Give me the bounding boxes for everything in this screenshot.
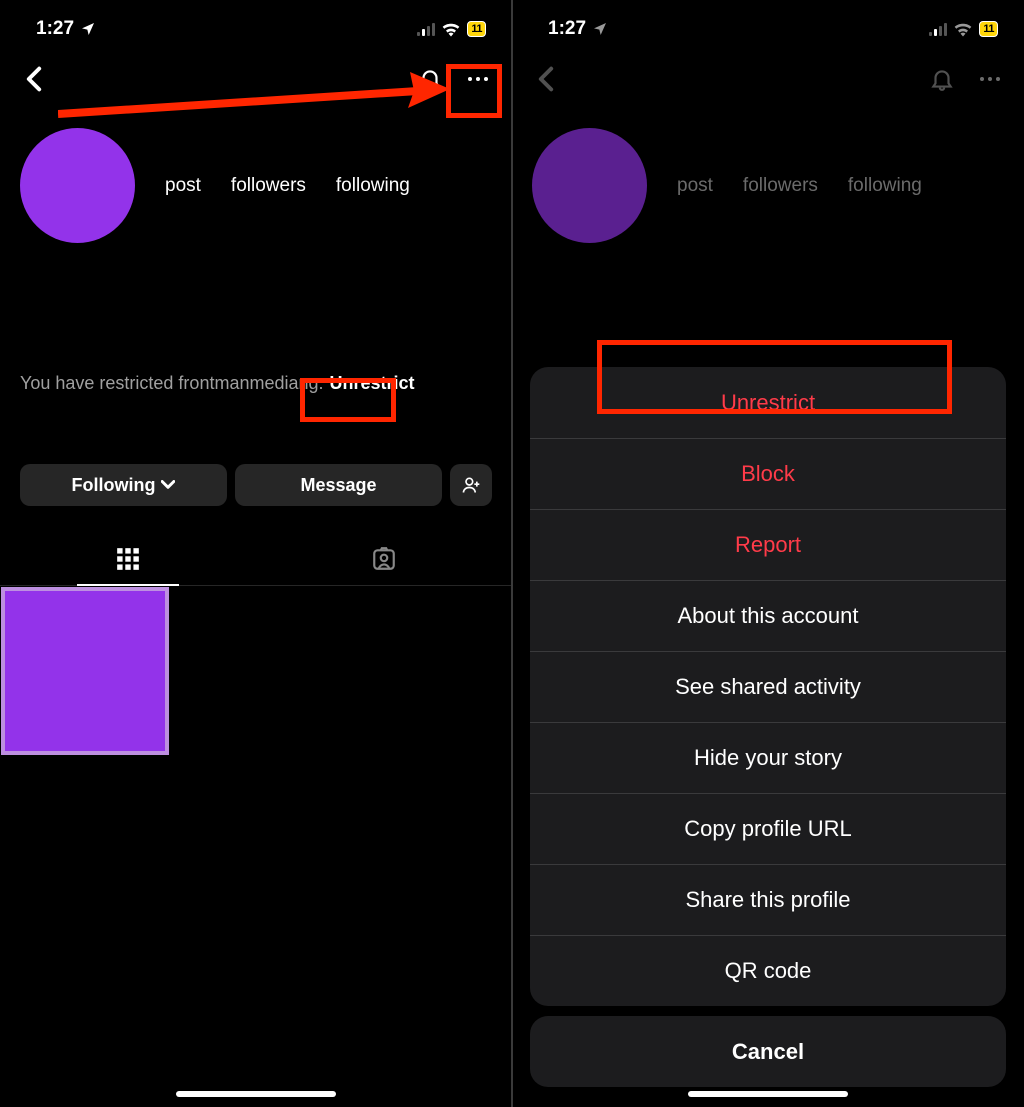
profile-row: post followers following: [0, 104, 512, 253]
message-label: Message: [300, 475, 376, 496]
action-sheet: Unrestrict Block Report About this accou…: [530, 367, 1006, 1087]
tab-grid[interactable]: [0, 532, 256, 585]
tab-tagged[interactable]: [256, 532, 512, 585]
tagged-icon: [371, 546, 397, 572]
sheet-item-report[interactable]: Report: [530, 509, 1006, 580]
unrestrict-inline-button[interactable]: Unrestrict: [330, 373, 415, 394]
status-time: 1:27: [36, 18, 74, 40]
more-options-button[interactable]: [970, 59, 1010, 99]
post-thumbnail[interactable]: [1, 587, 169, 755]
sheet-item-shared-activity[interactable]: See shared activity: [530, 651, 1006, 722]
battery-icon: 11: [979, 21, 998, 37]
status-time: 1:27: [548, 18, 586, 40]
home-indicator[interactable]: [688, 1091, 848, 1097]
add-user-button[interactable]: [450, 464, 492, 506]
notifications-button[interactable]: [410, 59, 450, 99]
message-button[interactable]: Message: [235, 464, 442, 506]
location-icon: [80, 21, 96, 37]
stat-followers[interactable]: followers: [231, 175, 306, 197]
avatar[interactable]: [20, 128, 135, 243]
profile-tabs: [0, 532, 512, 586]
grid-icon: [115, 546, 141, 572]
back-button[interactable]: [14, 59, 54, 99]
sheet-item-unrestrict[interactable]: Unrestrict: [530, 367, 1006, 438]
more-icon: [468, 77, 488, 81]
following-label: Following: [72, 475, 156, 496]
location-icon: [592, 21, 608, 37]
stat-post[interactable]: post: [165, 175, 201, 197]
action-row: Following Message: [0, 464, 512, 506]
more-icon: [980, 77, 1000, 81]
more-options-button[interactable]: [458, 59, 498, 99]
chevron-down-icon: [161, 480, 175, 490]
stat-following[interactable]: following: [336, 175, 410, 197]
post-grid: [0, 586, 512, 756]
profile-row: post followers following: [512, 104, 1024, 253]
phone-right: 1:27 11: [512, 0, 1024, 1107]
back-button[interactable]: [526, 59, 566, 99]
sheet-item-copy-url[interactable]: Copy profile URL: [530, 793, 1006, 864]
signal-icon: [417, 22, 435, 36]
notifications-button[interactable]: [922, 59, 962, 99]
avatar: [532, 128, 647, 243]
wifi-icon: [441, 21, 461, 37]
signal-icon: [929, 22, 947, 36]
battery-icon: 11: [467, 21, 486, 37]
following-button[interactable]: Following: [20, 464, 227, 506]
status-bar: 1:27 11: [0, 0, 512, 54]
stat-following: following: [848, 175, 922, 197]
header: [0, 54, 512, 104]
sheet-item-block[interactable]: Block: [530, 438, 1006, 509]
add-user-icon: [461, 475, 481, 495]
cancel-button[interactable]: Cancel: [530, 1016, 1006, 1087]
restricted-notice: You have restricted frontmanmediang. Unr…: [0, 373, 512, 394]
header: [512, 54, 1024, 104]
sheet-item-hide-story[interactable]: Hide your story: [530, 722, 1006, 793]
status-bar: 1:27 11: [512, 0, 1024, 54]
action-sheet-list: Unrestrict Block Report About this accou…: [530, 367, 1006, 1006]
home-indicator[interactable]: [176, 1091, 336, 1097]
sheet-item-share-profile[interactable]: Share this profile: [530, 864, 1006, 935]
restricted-text: You have restricted frontmanmediang.: [20, 373, 324, 394]
screenshot-divider: [511, 0, 513, 1107]
phone-left: 1:27 11: [0, 0, 512, 1107]
stat-followers: followers: [743, 175, 818, 197]
profile-stats: post followers following: [165, 175, 410, 197]
stat-post: post: [677, 175, 713, 197]
profile-stats: post followers following: [677, 175, 922, 197]
sheet-item-about[interactable]: About this account: [530, 580, 1006, 651]
sheet-item-qr-code[interactable]: QR code: [530, 935, 1006, 1006]
wifi-icon: [953, 21, 973, 37]
